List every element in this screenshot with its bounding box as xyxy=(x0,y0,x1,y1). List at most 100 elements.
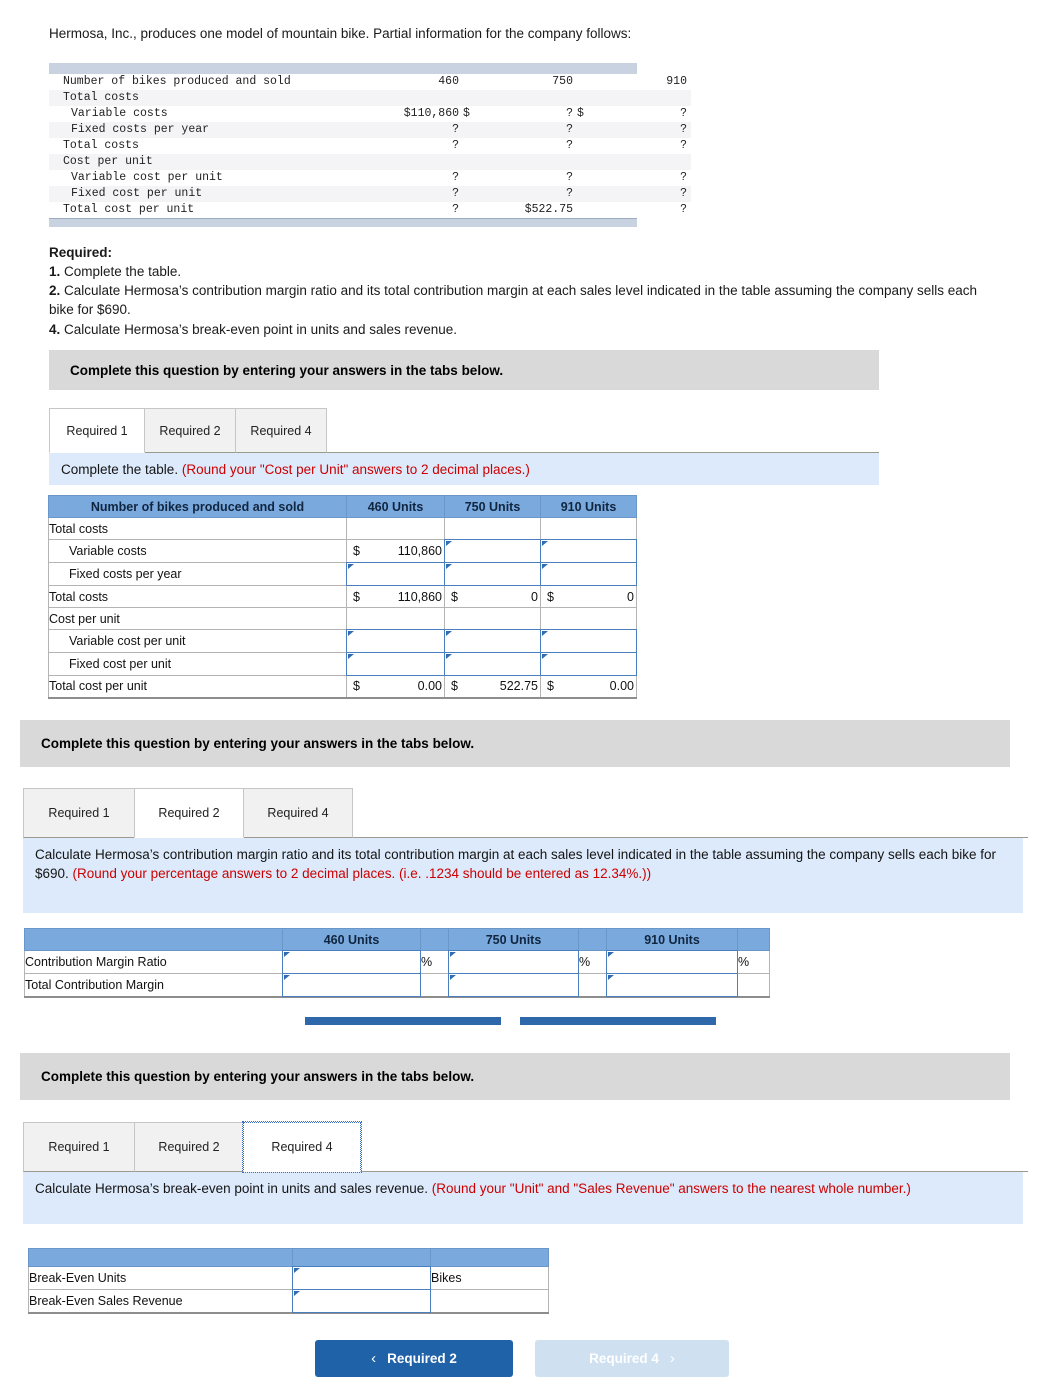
input-variable-costs-col2-cell[interactable] xyxy=(444,539,541,563)
given-row-label: Total costs xyxy=(49,138,349,154)
input-fixed-cost-per-unit-col1-cell[interactable] xyxy=(346,652,445,676)
given-row-value-2: ? xyxy=(481,106,577,122)
input-variable-costs-col3[interactable] xyxy=(540,539,637,563)
given-row-currency-symbol-2 xyxy=(463,90,481,106)
input-variable-cost-per-unit-col1-cell[interactable] xyxy=(346,629,445,653)
value-cell-col2: $522.75 xyxy=(444,675,541,699)
input-total-contribution-margin-col3-cell[interactable] xyxy=(606,973,738,998)
input-fixed-cost-per-unit-col2[interactable] xyxy=(444,652,541,676)
panel1-tab-required-1[interactable]: Required 1 xyxy=(49,408,145,453)
given-row-currency-symbol-1 xyxy=(349,154,367,170)
given-row-value-2 xyxy=(481,90,577,106)
panel3-tab-required-2[interactable]: Required 2 xyxy=(134,1122,244,1172)
input-fixed-costs-per-year-col1[interactable] xyxy=(346,562,445,586)
input-break-even-sales-revenue-cell[interactable] xyxy=(292,1289,431,1314)
input-total-contribution-margin-col1[interactable] xyxy=(282,973,421,997)
input-variable-costs-col3-cell[interactable] xyxy=(540,539,637,563)
input-fixed-costs-per-year-col3-cell[interactable] xyxy=(540,562,637,586)
input-total-contribution-margin-col1-cell[interactable] xyxy=(282,973,421,998)
panel2-tab-required-1[interactable]: Required 1 xyxy=(23,788,135,838)
row-label: Fixed cost per unit xyxy=(48,652,347,676)
panel2-col-header-6 xyxy=(737,928,770,951)
input-fixed-cost-per-unit-col1[interactable] xyxy=(346,652,445,676)
input-variable-cost-per-unit-col2[interactable] xyxy=(444,629,541,653)
panel3-col-header-0 xyxy=(28,1248,293,1267)
row-label: Cost per unit xyxy=(48,607,347,630)
table-row: Cost per unit xyxy=(48,607,637,630)
panel3-tabstrip: Required 1 Required 2 Required 4 xyxy=(23,1121,1028,1173)
input-fixed-costs-per-year-col3[interactable] xyxy=(540,562,637,586)
input-contribution-margin-ratio-col2[interactable] xyxy=(448,950,579,974)
panel3-instruction-note: (Round your "Unit" and "Sales Revenue" a… xyxy=(431,1181,911,1196)
unit-label xyxy=(430,1289,549,1314)
given-row-value-3: ? xyxy=(595,106,691,122)
panel2-scrollbar-thumb-right[interactable] xyxy=(520,1017,716,1025)
input-variable-cost-per-unit-col2-cell[interactable] xyxy=(444,629,541,653)
given-row-value-3: 910 xyxy=(595,74,691,90)
amount-value: 110,860 xyxy=(397,544,442,558)
chevron-left-icon: ‹ xyxy=(371,1350,377,1367)
amount-value: 522.75 xyxy=(499,679,538,694)
input-contribution-margin-ratio-col3-cell[interactable] xyxy=(606,950,738,974)
panel2-answer-table: 460 Units 750 Units 910 Units Contributi… xyxy=(24,928,770,998)
input-fixed-costs-per-year-col1-cell[interactable] xyxy=(346,562,445,586)
input-break-even-sales-revenue[interactable] xyxy=(292,1289,431,1313)
panel2-col-header-1: 460 Units xyxy=(282,928,421,951)
percent-suffix-col3 xyxy=(737,973,770,998)
row-label: Variable cost per unit xyxy=(48,629,347,653)
input-break-even-units-cell[interactable] xyxy=(292,1266,431,1290)
input-contribution-margin-ratio-col1[interactable] xyxy=(282,950,421,974)
row-label: Break-Even Units xyxy=(28,1266,293,1290)
given-row-currency-symbol-1 xyxy=(349,74,367,90)
input-contribution-margin-ratio-col1-cell[interactable] xyxy=(282,950,421,974)
value-cell-col1: $0.00 xyxy=(346,675,445,699)
given-row-value-1: ? xyxy=(367,170,463,186)
currency-symbol: $ xyxy=(547,679,554,694)
input-break-even-units[interactable] xyxy=(292,1266,431,1290)
panel1-tabstrip: Required 1 Required 2 Required 4 xyxy=(49,408,879,453)
input-variable-costs-col2[interactable] xyxy=(444,539,541,563)
input-fixed-cost-per-unit-col3-cell[interactable] xyxy=(540,652,637,676)
given-row-value-1: 460 xyxy=(367,74,463,90)
input-variable-cost-per-unit-col1[interactable] xyxy=(346,629,445,653)
table-row: Variable cost per unit xyxy=(48,629,637,653)
panel2-scrollbar-thumb-left[interactable] xyxy=(305,1017,501,1025)
given-row-currency-symbol-2 xyxy=(463,186,481,202)
panel3-tab-required-4[interactable]: Required 4 xyxy=(242,1121,362,1173)
panel2-tabstrip: Required 1 Required 2 Required 4 xyxy=(23,788,1028,838)
panel3-tab-required-1[interactable]: Required 1 xyxy=(23,1122,135,1172)
empty-cell-3 xyxy=(540,517,637,540)
given-row-currency-symbol-1 xyxy=(349,138,367,154)
input-variable-cost-per-unit-col3[interactable] xyxy=(540,629,637,653)
input-total-contribution-margin-col2[interactable] xyxy=(448,973,579,997)
panel1-tab-required-2[interactable]: Required 2 xyxy=(144,408,236,453)
row-label: Break-Even Sales Revenue xyxy=(28,1289,293,1314)
input-total-contribution-margin-col2-cell[interactable] xyxy=(448,973,579,998)
input-fixed-costs-per-year-col2[interactable] xyxy=(444,562,541,586)
next-required-4-button[interactable]: Required 4 › xyxy=(535,1340,729,1377)
input-fixed-cost-per-unit-col2-cell[interactable] xyxy=(444,652,541,676)
given-row-value-2: ? xyxy=(481,186,577,202)
panel1-tab-required-4[interactable]: Required 4 xyxy=(235,408,327,453)
given-row-label: Number of bikes produced and sold xyxy=(49,74,349,90)
panel2-col-header-0 xyxy=(24,928,283,951)
input-contribution-margin-ratio-col3[interactable] xyxy=(606,950,738,974)
panel2-banner-text: Complete this question by entering your … xyxy=(41,736,475,751)
given-table: Number of bikes produced and sold 460 750 9… xyxy=(49,74,691,218)
table-row: Fixed costs per year xyxy=(48,562,637,586)
given-row-currency-symbol-1 xyxy=(349,202,367,218)
empty-cell-1 xyxy=(346,517,445,540)
previous-required-2-button[interactable]: ‹ Required 2 xyxy=(315,1340,513,1377)
input-total-contribution-margin-col3[interactable] xyxy=(606,973,738,997)
next-button-label: Required 4 xyxy=(589,1351,659,1366)
table-row: Variable costs $110,860 xyxy=(48,539,637,563)
input-fixed-cost-per-unit-col3[interactable] xyxy=(540,652,637,676)
input-variable-cost-per-unit-col3-cell[interactable] xyxy=(540,629,637,653)
input-fixed-costs-per-year-col2-cell[interactable] xyxy=(444,562,541,586)
panel1-instruction-plain: Complete the table. xyxy=(61,462,182,477)
percent-suffix-col1 xyxy=(420,973,449,998)
given-row-label: Total cost per unit xyxy=(49,202,349,218)
panel2-tab-required-4[interactable]: Required 4 xyxy=(243,788,353,838)
input-contribution-margin-ratio-col2-cell[interactable] xyxy=(448,950,579,974)
panel2-tab-required-2[interactable]: Required 2 xyxy=(134,788,244,838)
